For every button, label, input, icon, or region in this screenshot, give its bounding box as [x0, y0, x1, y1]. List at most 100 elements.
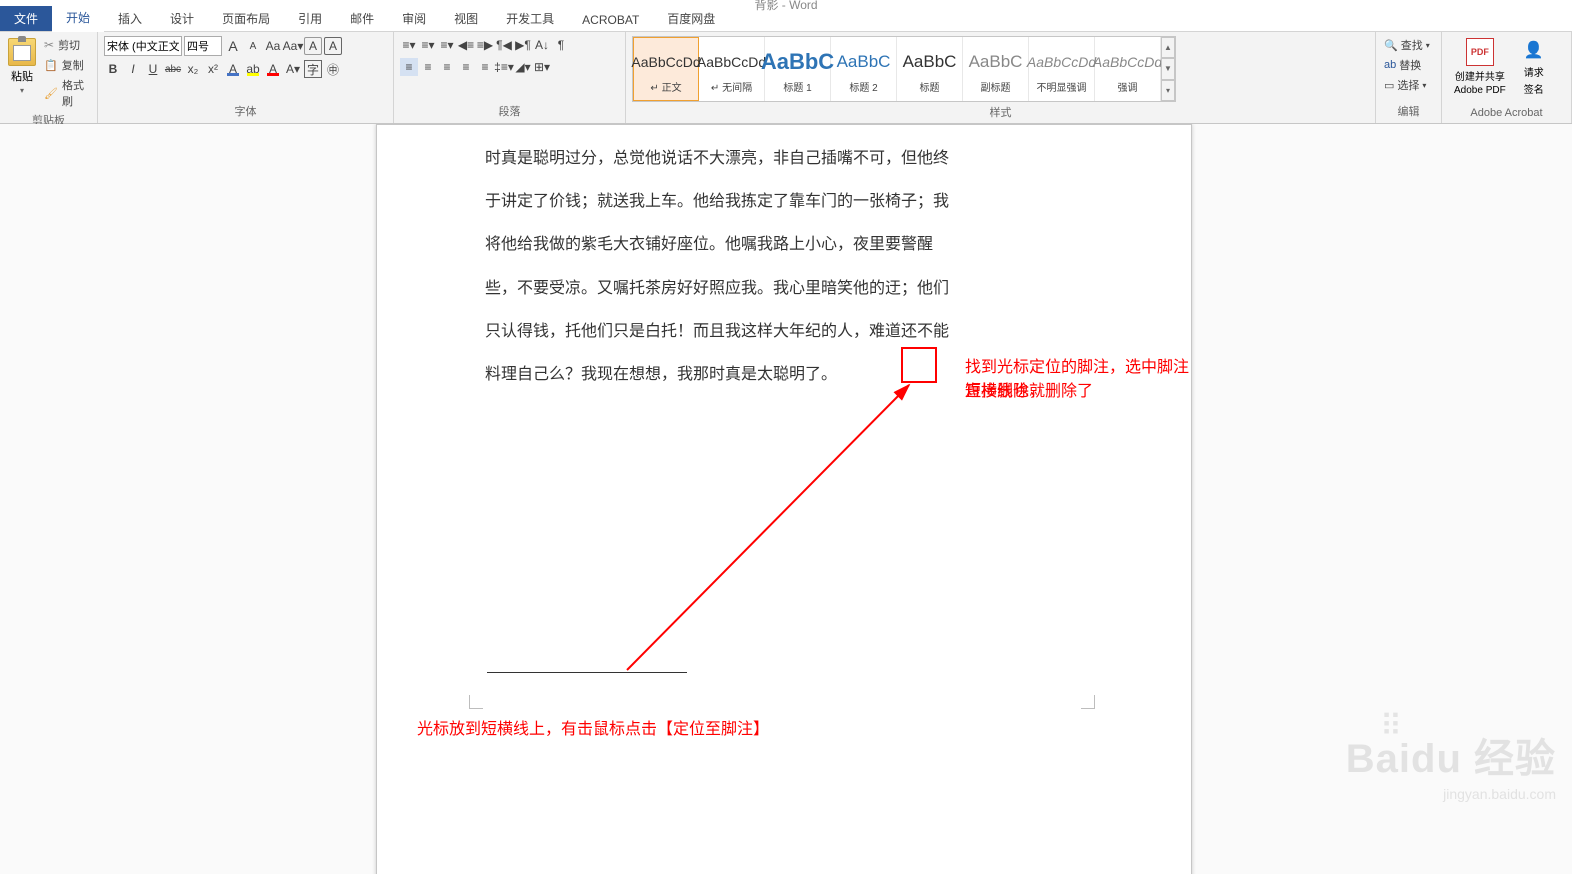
shading-button[interactable]: ◢▾ — [514, 58, 532, 76]
tab-devtools[interactable]: 开发工具 — [492, 6, 568, 31]
ribbon: 粘贴 ▾ 剪切 复制 格式刷 剪贴板 A A Aa Aa▾ A A — [0, 32, 1572, 124]
tab-home[interactable]: 开始 — [52, 5, 104, 32]
styles-gallery: AaBbCcDd ↵ 正文 AaBbCcDd ↵ 无间隔 AaBbC 标题 1 … — [632, 36, 1176, 102]
doc-line: 于讲定了价钱；就送我上车。他给我拣定了靠车门的一张椅子；我 — [485, 180, 1085, 223]
watermark-sub: jingyan.baidu.com — [1443, 786, 1556, 802]
select-button[interactable]: ▭选择▾ — [1382, 76, 1432, 94]
copy-button[interactable]: 复制 — [42, 56, 91, 74]
align-left-button[interactable]: ≡ — [400, 58, 418, 76]
copy-icon — [44, 59, 58, 72]
styles-scroll-down[interactable]: ▼ — [1161, 58, 1175, 79]
phonetic-guide-button[interactable]: Aa — [264, 37, 282, 55]
multilevel-list-button[interactable]: ≡▾ — [438, 36, 456, 54]
enclose-num-button[interactable]: ㊥ — [324, 60, 342, 78]
numbering-button[interactable]: ≡▾ — [419, 36, 437, 54]
tab-view[interactable]: 视图 — [440, 6, 492, 31]
strikethrough-button[interactable]: abc — [164, 60, 182, 78]
corner-mark — [1081, 695, 1095, 709]
annotation-box-footnote — [901, 347, 937, 383]
group-paragraph: ≡▾ ≡▾ ≡▾ ◀≡ ≡▶ ¶◀ ▶¶ A↓ ¶ ≡ ≡ ≡ ≡ ≡ ‡≡▾ … — [394, 32, 626, 123]
annotation-text-top2: 短横线也就删除了 — [965, 377, 1093, 401]
tab-acrobat[interactable]: ACROBAT — [568, 9, 653, 31]
shrink-font-button[interactable]: A — [244, 37, 262, 55]
borders-button[interactable]: ⊞▾ — [533, 58, 551, 76]
brush-icon — [44, 87, 58, 100]
document-area: 时真是聪明过分，总觉他说话不大漂亮，非自己插嘴不可，但他终 于讲定了价钱；就送我… — [0, 124, 1572, 874]
char-shading-button[interactable]: A▾ — [284, 60, 302, 78]
bold-button[interactable]: B — [104, 60, 122, 78]
request-sign-button[interactable]: 👤 请求 签名 — [1516, 36, 1552, 98]
styles-expand[interactable]: ▾ — [1161, 80, 1175, 101]
select-icon: ▭ — [1384, 79, 1394, 92]
style-subtitle[interactable]: AaBbC 副标题 — [963, 37, 1029, 101]
find-icon: 🔍 — [1384, 39, 1398, 52]
enclose-char-button[interactable]: A — [324, 37, 342, 55]
style-title[interactable]: AaBbC 标题 — [897, 37, 963, 101]
annotation-text-bottom: 光标放到短横线上，有击鼠标点击【定位至脚注】 — [417, 715, 769, 739]
font-color-button[interactable]: A — [264, 60, 282, 78]
style-subtle-emphasis[interactable]: AaBbCcDd 不明显强调 — [1029, 37, 1095, 101]
font-name-select[interactable] — [104, 36, 182, 56]
line-spacing-button[interactable]: ‡≡▾ — [495, 58, 513, 76]
italic-button[interactable]: I — [124, 60, 142, 78]
page[interactable]: 时真是聪明过分，总觉他说话不大漂亮，非自己插嘴不可，但他终 于讲定了价钱；就送我… — [376, 124, 1192, 874]
doc-line: 只认得钱，托他们只是白托！而且我这样大年纪的人，难道还不能 — [485, 310, 1085, 353]
tab-design[interactable]: 设计 — [156, 6, 208, 31]
superscript-button[interactable]: x² — [204, 60, 222, 78]
tab-review[interactable]: 审阅 — [388, 6, 440, 31]
cut-button[interactable]: 剪切 — [42, 36, 91, 54]
paragraph-group-label: 段落 — [400, 101, 619, 121]
tab-references[interactable]: 引用 — [284, 6, 336, 31]
increase-indent-button[interactable]: ≡▶ — [476, 36, 494, 54]
justify-button[interactable]: ≡ — [457, 58, 475, 76]
paste-icon — [8, 38, 36, 66]
tab-file[interactable]: 文件 — [0, 6, 52, 31]
doc-line: 些，不要受凉。又嘱托茶房好好照应我。我心里暗笑他的迂；他们 — [485, 267, 1085, 310]
watermark-main: Baidu 经验 — [1346, 726, 1556, 784]
distribute-button[interactable]: ≡ — [476, 58, 494, 76]
tab-layout[interactable]: 页面布局 — [208, 6, 284, 31]
clear-format-button[interactable]: A — [304, 37, 322, 55]
sort-button[interactable]: A↓ — [533, 36, 551, 54]
align-center-button[interactable]: ≡ — [419, 58, 437, 76]
paste-button[interactable]: 粘贴 ▾ — [6, 36, 38, 97]
style-heading2[interactable]: AaBbC 标题 2 — [831, 37, 897, 101]
doc-line: 时真是聪明过分，总觉他说话不大漂亮，非自己插嘴不可，但他终 — [485, 137, 1085, 180]
grow-font-button[interactable]: A — [224, 37, 242, 55]
subscript-button[interactable]: x₂ — [184, 60, 202, 78]
corner-mark — [469, 695, 483, 709]
underline-button[interactable]: U — [144, 60, 162, 78]
footnote-separator[interactable] — [487, 672, 687, 673]
decrease-indent-button[interactable]: ◀≡ — [457, 36, 475, 54]
font-size-select[interactable] — [184, 36, 222, 56]
styles-group-label: 样式 — [632, 102, 1369, 122]
paste-label: 粘贴 — [11, 68, 33, 84]
style-emphasis[interactable]: AaBbCcDd 强调 — [1095, 37, 1161, 101]
format-painter-button[interactable]: 格式刷 — [42, 76, 91, 110]
change-case-button[interactable]: Aa▾ — [284, 37, 302, 55]
document-title: 背影 - Word — [754, 0, 817, 13]
bullets-button[interactable]: ≡▾ — [400, 36, 418, 54]
find-button[interactable]: 🔍查找▾ — [1382, 36, 1432, 54]
style-heading1[interactable]: AaBbC 标题 1 — [765, 37, 831, 101]
text-effects-button[interactable]: A — [224, 60, 242, 78]
create-pdf-button[interactable]: PDF 创建并共享 Adobe PDF — [1448, 36, 1512, 98]
highlight-button[interactable]: ab — [244, 60, 262, 78]
replace-button[interactable]: ab替换 — [1382, 56, 1432, 74]
show-marks-button[interactable]: ¶ — [552, 36, 570, 54]
styles-scroll-up[interactable]: ▲ — [1161, 37, 1175, 58]
tab-baidu[interactable]: 百度网盘 — [653, 6, 729, 31]
group-font: A A Aa Aa▾ A A B I U abc x₂ x² A ab A A▾… — [98, 32, 394, 123]
tab-insert[interactable]: 插入 — [104, 6, 156, 31]
char-border-button[interactable]: 字 — [304, 60, 322, 78]
style-no-spacing[interactable]: AaBbCcDd ↵ 无间隔 — [699, 37, 765, 101]
rtl-button[interactable]: ▶¶ — [514, 36, 532, 54]
tab-mailings[interactable]: 邮件 — [336, 6, 388, 31]
group-editing: 🔍查找▾ ab替换 ▭选择▾ 编辑 — [1376, 32, 1442, 123]
editing-group-label: 编辑 — [1382, 101, 1435, 121]
align-right-button[interactable]: ≡ — [438, 58, 456, 76]
replace-icon: ab — [1384, 59, 1396, 71]
ltr-button[interactable]: ¶◀ — [495, 36, 513, 54]
group-clipboard: 粘贴 ▾ 剪切 复制 格式刷 剪贴板 — [0, 32, 98, 123]
style-normal[interactable]: AaBbCcDd ↵ 正文 — [633, 37, 699, 101]
